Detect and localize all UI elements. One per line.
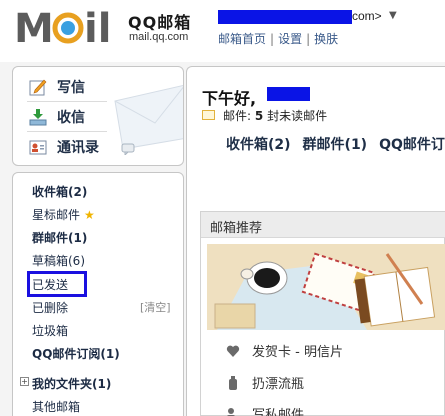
pencil-icon [29, 79, 47, 96]
envelope-decoration [114, 84, 183, 150]
divider [27, 101, 107, 102]
folder-spam[interactable]: 垃圾箱 [32, 322, 68, 339]
quick-links: 收件箱(2) 群邮件(1) QQ邮件订 [226, 134, 445, 154]
qq-mail-logo[interactable]: M il [14, 6, 126, 48]
recommend-item-card-label: 发贺卡 - 明信片 [252, 345, 343, 360]
heart-icon [226, 345, 240, 357]
link-settings[interactable]: 设置 [278, 30, 302, 47]
logo-url: mail.qq.com [129, 31, 189, 43]
compose-button[interactable]: 写信 [29, 75, 85, 99]
email-redacted [218, 10, 352, 24]
recommend-item-bottle[interactable]: 扔漂流瓶 [226, 373, 304, 392]
svg-text:M: M [14, 6, 54, 48]
svg-text:il: il [84, 6, 111, 48]
people-icon [227, 407, 235, 416]
username-redacted [267, 87, 310, 101]
folder-my-folders[interactable]: 我的文件夹(1) [32, 375, 111, 392]
folder-starred-label: 星标邮件 [32, 208, 81, 222]
separator: | [306, 32, 311, 46]
folder-deleted[interactable]: 已删除 [32, 299, 68, 316]
folder-subscriptions[interactable]: QQ邮件订阅(1) [32, 345, 120, 362]
contact-card-icon [29, 140, 47, 155]
folder-other-mailboxes[interactable]: 其他邮箱 [32, 398, 80, 415]
folder-group[interactable]: 群邮件(1) [32, 229, 87, 246]
folder-starred[interactable]: 星标邮件 ★ [32, 206, 95, 223]
expand-plus-icon[interactable]: + [20, 377, 29, 386]
quick-link-group[interactable]: 群邮件(1) [303, 137, 368, 153]
header-links: 邮箱首页 | 设置 | 换肤 [218, 30, 338, 47]
logo-text: QQ邮箱 [128, 13, 192, 32]
recommend-item-private-label: 写私邮件 [252, 408, 305, 416]
download-tray-icon [29, 109, 47, 126]
nav-actions-panel: 写信 收信 通讯录 [12, 66, 184, 166]
quick-link-subscriptions[interactable]: QQ邮件订 [379, 137, 445, 153]
recommend-item-private[interactable]: 写私邮件 [226, 404, 304, 416]
envelope-icon [202, 110, 215, 120]
separator: | [270, 32, 275, 46]
quick-link-inbox[interactable]: 收件箱(2) [226, 137, 291, 153]
star-icon: ★ [84, 208, 95, 222]
inbox-label: 收信 [57, 110, 85, 126]
compose-label: 写信 [57, 80, 85, 96]
contacts-button[interactable]: 通讯录 [29, 135, 99, 159]
sent-highlight-box [27, 271, 87, 297]
recommend-item-card[interactable]: 发贺卡 - 明信片 [226, 341, 343, 360]
unread-count: 5 [254, 109, 264, 123]
recommend-item-bottle-label: 扔漂流瓶 [252, 377, 305, 392]
link-mail-home[interactable]: 邮箱首页 [218, 30, 266, 47]
link-skin[interactable]: 换肤 [314, 30, 338, 47]
unread-suffix: 封未读邮件 [267, 109, 328, 123]
email-domain: com> [352, 9, 382, 23]
folder-inbox[interactable]: 收件箱(2) [32, 183, 87, 200]
contacts-label: 通讯录 [57, 140, 99, 156]
inbox-button[interactable]: 收信 [29, 105, 85, 129]
chat-bubble-icon[interactable] [121, 143, 135, 155]
recommend-title: 邮箱推荐 [210, 221, 263, 236]
unread-prefix: 邮件: [223, 109, 252, 123]
divider [27, 131, 107, 132]
clear-trash-link[interactable]: [清空] [140, 299, 171, 315]
recommend-banner-image[interactable] [207, 244, 445, 330]
chevron-down-icon[interactable]: ▼ [389, 10, 397, 21]
bottle-icon [229, 375, 237, 390]
folder-drafts[interactable]: 草稿箱(6) [32, 252, 85, 269]
unread-summary[interactable]: 邮件: 5 封未读邮件 [223, 107, 327, 124]
greeting: 下午好, [202, 89, 257, 108]
